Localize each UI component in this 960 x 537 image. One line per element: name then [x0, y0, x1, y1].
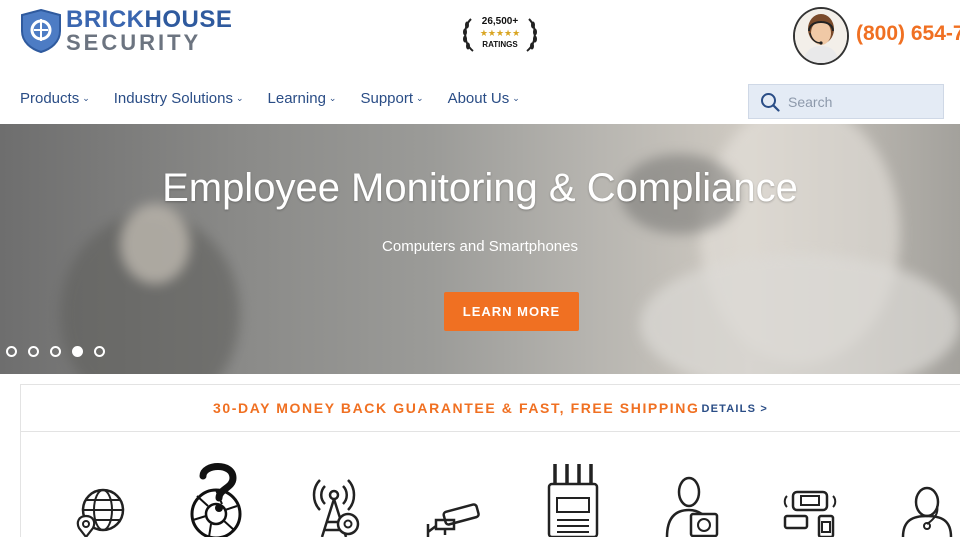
- chevron-down-icon: ⌄: [235, 93, 244, 103]
- search-box[interactable]: [748, 84, 944, 119]
- rating-stars-icon: ★★★★★: [479, 28, 521, 38]
- guarantee-details-link[interactable]: DETAILS >: [702, 403, 769, 415]
- nav-item-support[interactable]: Support ⌄: [360, 90, 423, 107]
- hero-background-image: [640, 254, 960, 374]
- main-nav: Products ⌄ Industry Solutions ⌄ Learning ⌄ …: [20, 90, 544, 107]
- agent-headset-icon: [795, 9, 847, 63]
- support-agent-avatar[interactable]: [793, 7, 849, 65]
- nav-item-learning[interactable]: Learning ⌄: [268, 90, 337, 107]
- chevron-down-icon: ⌄: [512, 93, 520, 103]
- search-icon[interactable]: [760, 92, 780, 112]
- chevron-down-icon: ⌄: [328, 93, 337, 103]
- nav-item-products[interactable]: Products ⌄: [20, 90, 90, 107]
- guarantee-banner: 30-DAY MONEY BACK GUARANTEE & FAST, FREE…: [20, 384, 960, 432]
- nav-item-about-us[interactable]: About Us ⌄: [448, 90, 520, 107]
- person-earpiece-icon[interactable]: [899, 486, 955, 537]
- hero-subtitle: Computers and Smartphones: [382, 238, 578, 255]
- wireless-devices-icon[interactable]: [781, 490, 839, 537]
- nav-label: Support: [360, 90, 414, 107]
- logo-text-security: SECURITY: [66, 30, 202, 55]
- question-camera-lens-icon[interactable]: [189, 462, 245, 537]
- hero-title: Employee Monitoring & Compliance: [162, 166, 798, 210]
- nav-label: About Us: [447, 90, 510, 107]
- brickhouse-logo[interactable]: BRICKHOUSE SECURITY: [20, 8, 232, 54]
- carousel-dot[interactable]: [28, 346, 39, 357]
- shield-logo-icon: [21, 9, 61, 53]
- category-icons-row: [20, 432, 960, 537]
- carousel-dots: [6, 346, 116, 357]
- search-input[interactable]: [786, 92, 940, 111]
- carousel-dot[interactable]: [6, 346, 17, 357]
- globe-location-icon[interactable]: [75, 484, 127, 537]
- hero-banner: Employee Monitoring & Compliance Compute…: [0, 124, 960, 374]
- carousel-dot[interactable]: [94, 346, 105, 357]
- person-device-icon[interactable]: [665, 476, 721, 537]
- signal-jammer-icon[interactable]: [545, 462, 601, 537]
- ratings-count: 26,500+: [481, 16, 519, 27]
- guarantee-text: 30-DAY MONEY BACK GUARANTEE & FAST, FREE…: [212, 400, 700, 416]
- phone-number-link[interactable]: (800) 654-7: [856, 22, 960, 46]
- nav-label: Products: [20, 90, 80, 107]
- site-header: BRICKHOUSE SECURITY 26,500+ ★★★★★ RATING…: [0, 0, 960, 124]
- security-camera-icon[interactable]: [424, 502, 482, 537]
- logo-text-brick: BRICK: [66, 6, 145, 33]
- nav-label: Industry Solutions: [113, 90, 233, 107]
- carousel-dot-active[interactable]: [72, 346, 83, 357]
- nav-item-industry-solutions[interactable]: Industry Solutions ⌄: [114, 90, 244, 107]
- logo-text-house: HOUSE: [144, 6, 233, 33]
- learn-more-button[interactable]: LEARN MORE: [444, 292, 579, 331]
- chevron-down-icon: ⌄: [416, 93, 424, 103]
- ratings-label: RATINGS: [482, 40, 518, 49]
- nav-label: Learning: [267, 90, 326, 107]
- chevron-down-icon: ⌄: [82, 93, 90, 103]
- carousel-dot[interactable]: [50, 346, 61, 357]
- ratings-badge[interactable]: 26,500+ ★★★★★ RATINGS: [461, 13, 539, 57]
- signal-tower-icon[interactable]: [306, 472, 362, 537]
